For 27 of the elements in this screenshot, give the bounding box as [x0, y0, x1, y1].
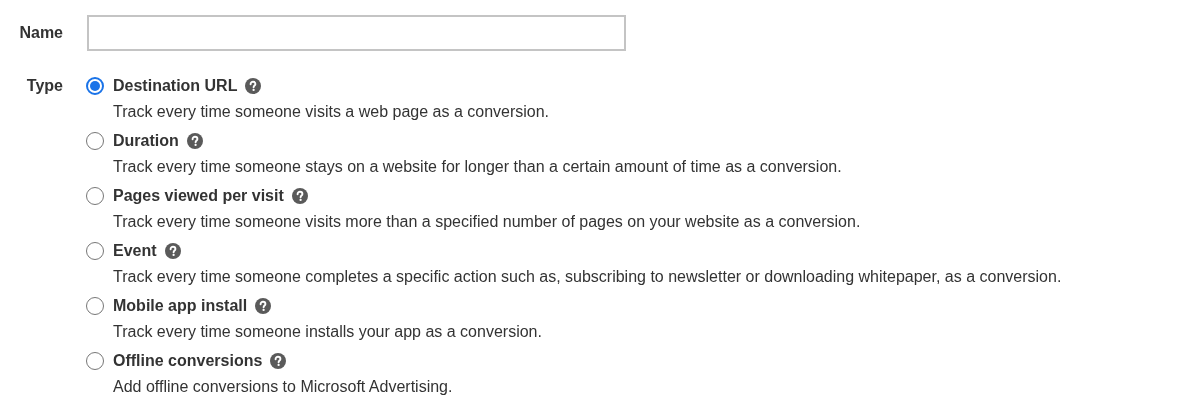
option-title[interactable]: Destination URL — [113, 77, 238, 95]
option-description: Add offline conversions to Microsoft Advertising. — [113, 378, 454, 396]
help-icon[interactable] — [291, 188, 308, 204]
help-icon[interactable] — [186, 133, 203, 149]
help-icon[interactable] — [255, 298, 272, 314]
option-description: Track every time someone visits a web page as a conversion. — [113, 103, 551, 121]
option-title[interactable]: Pages viewed per visit — [113, 187, 284, 205]
name-input-field[interactable] — [87, 15, 626, 51]
option-title[interactable]: Mobile app install — [113, 297, 248, 315]
help-icon[interactable] — [270, 353, 287, 369]
help-icon[interactable] — [164, 243, 181, 259]
field-label: Type — [26, 77, 63, 95]
radio-button[interactable] — [86, 297, 104, 315]
option-title[interactable]: Event — [113, 242, 157, 260]
option-title[interactable]: Duration — [113, 132, 179, 150]
field-label: Name — [19, 24, 63, 42]
radio-button[interactable] — [86, 132, 104, 150]
radio-button[interactable] — [86, 77, 104, 95]
help-icon[interactable] — [245, 78, 262, 94]
option-description: Track every time someone stays on a website for longer than a certain amount of time as a conversion. — [113, 158, 843, 176]
radio-button[interactable] — [86, 187, 104, 205]
option-description: Track every time someone installs your app as a conversion. — [113, 323, 543, 341]
option-title[interactable]: Offline conversions — [113, 352, 263, 370]
radio-button[interactable] — [86, 242, 104, 260]
radio-button[interactable] — [86, 352, 104, 370]
option-description: Track every time someone completes a specific action such as, subscribing to newsletter or downloading whitepaper, as a conversion. — [113, 268, 1062, 286]
option-description: Track every time someone visits more than a specified number of pages on your website as a conversion. — [113, 213, 862, 231]
